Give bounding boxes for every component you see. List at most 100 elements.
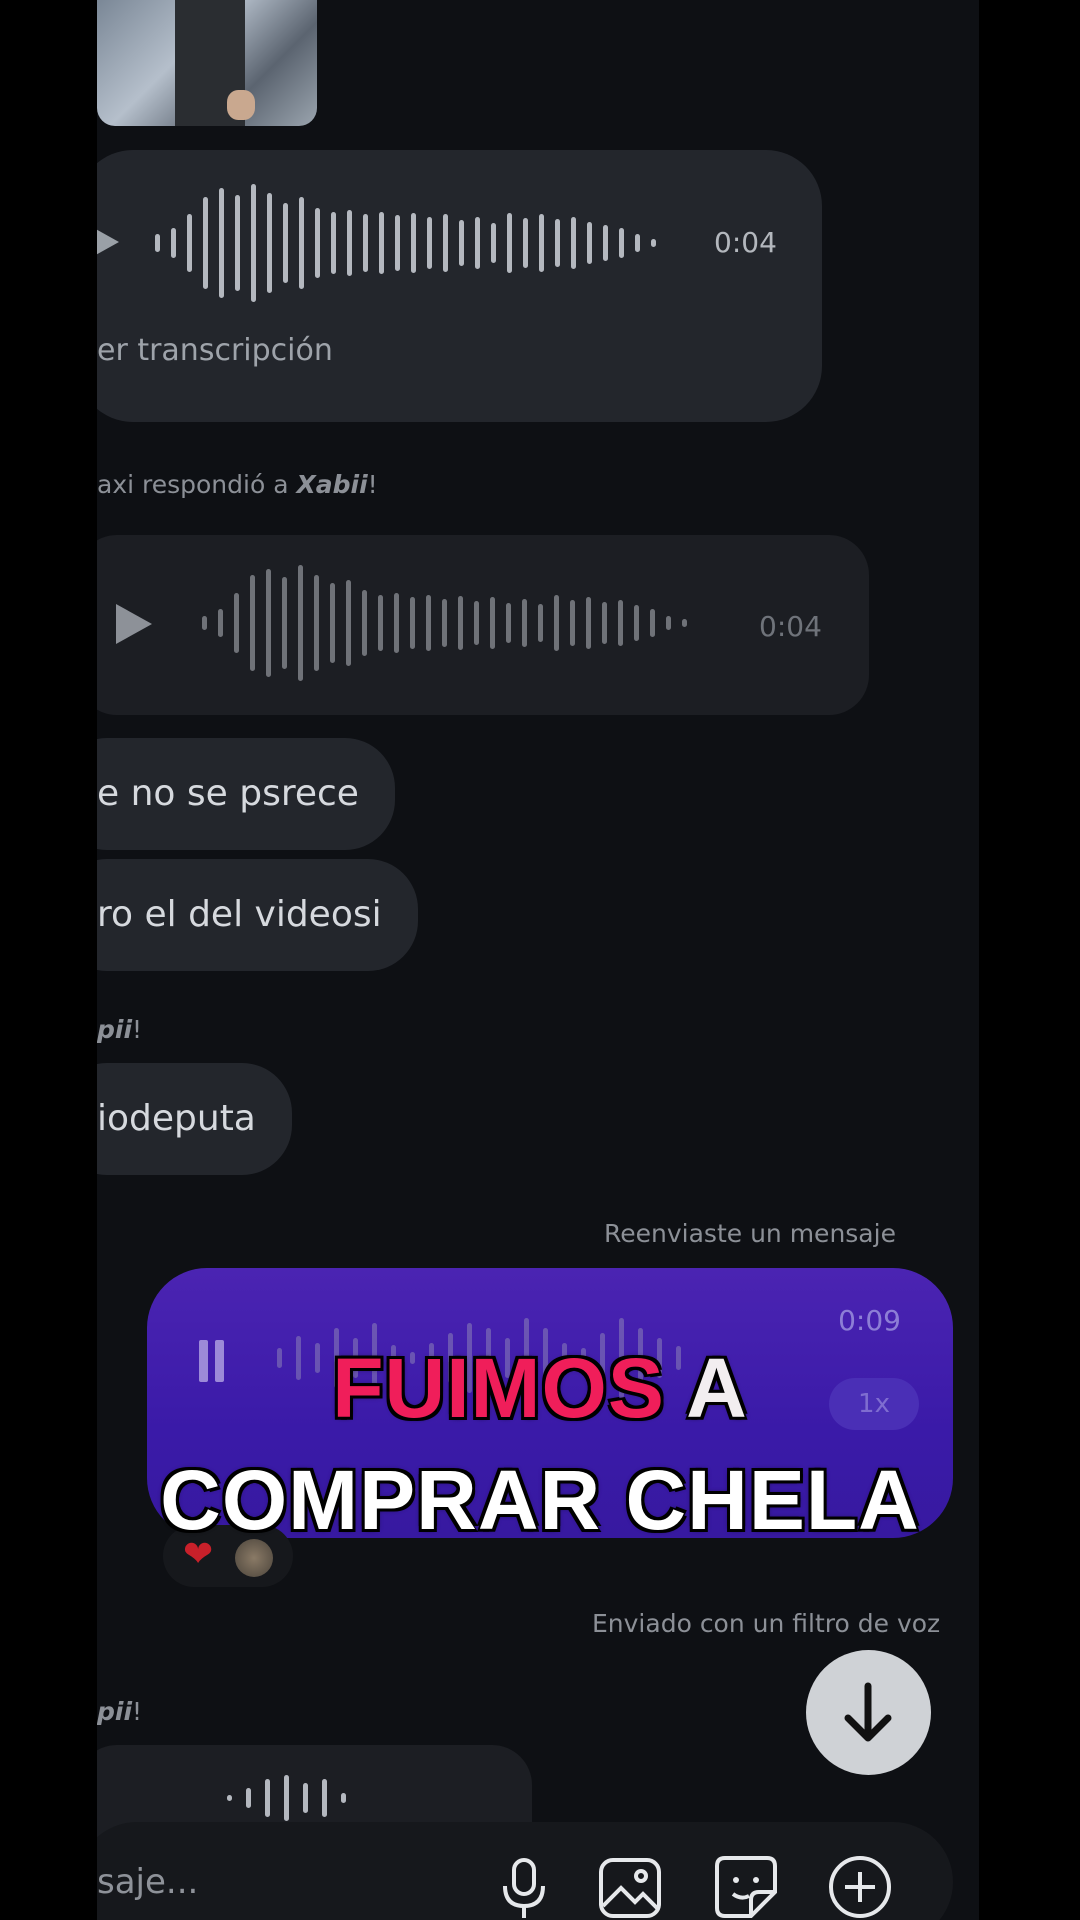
- waveform-bar: [538, 604, 543, 642]
- voice-waveform[interactable]: [227, 1768, 360, 1828]
- waveform-bar: [330, 583, 335, 663]
- waveform-bar: [171, 227, 176, 258]
- voice-duration: 0:04: [759, 610, 822, 643]
- caption-word: A: [686, 1341, 748, 1435]
- waveform-bar: [251, 183, 256, 302]
- text-message[interactable]: ro el del videosi: [97, 859, 418, 971]
- waveform-bar: [299, 196, 304, 289]
- arrow-down-icon: [844, 1682, 892, 1742]
- play-icon[interactable]: [116, 604, 152, 644]
- sender-name-suffix: !: [132, 1697, 143, 1726]
- waveform-bar: [315, 207, 320, 278]
- plus-icon[interactable]: [825, 1852, 895, 1920]
- waveform-bar: [603, 224, 608, 261]
- message-input[interactable]: saje...: [97, 1862, 198, 1902]
- waveform-bar: [443, 213, 448, 272]
- waveform-bar: [395, 214, 400, 271]
- waveform-bar: [539, 213, 544, 272]
- forwarded-notice: Reenviaste un mensaje: [604, 1219, 896, 1248]
- waveform-bar: [298, 565, 303, 681]
- waveform-bar: [234, 593, 239, 653]
- sticker-icon[interactable]: [711, 1852, 781, 1920]
- voice-waveform[interactable]: [202, 563, 698, 683]
- waveform-bar: [155, 233, 160, 252]
- waveform-bar: [363, 213, 368, 272]
- waveform-bar: [555, 218, 560, 267]
- waveform-bar: [379, 211, 384, 274]
- waveform-bar: [587, 221, 592, 264]
- caption-highlight-word: FUIMOS: [332, 1341, 665, 1435]
- waveform-bar: [250, 575, 255, 671]
- voice-duration: 0:09: [838, 1304, 901, 1337]
- waveform-bar: [378, 595, 383, 651]
- waveform-bar: [267, 192, 272, 293]
- waveform-bar: [218, 609, 223, 637]
- waveform-bar: [570, 600, 575, 646]
- waveform-bar: [459, 219, 464, 266]
- waveform-bar: [265, 1779, 270, 1817]
- sender-name-text: pii: [97, 1697, 133, 1726]
- waveform-bar: [187, 213, 192, 272]
- sender-name: pii!: [97, 1015, 142, 1044]
- waveform-bar: [362, 590, 367, 656]
- waveform-bar: [635, 233, 640, 252]
- microphone-icon[interactable]: [489, 1852, 559, 1920]
- voice-filter-notice: Enviado con un filtro de voz: [592, 1609, 941, 1638]
- waveform-bar: [331, 211, 336, 274]
- waveform-bar: [475, 216, 480, 269]
- waveform-bar: [506, 603, 511, 643]
- waveform-bar: [507, 212, 512, 273]
- waveform-bar: [411, 212, 416, 273]
- waveform-bar: [341, 1793, 346, 1803]
- play-icon[interactable]: [97, 222, 119, 262]
- waveform-bar: [650, 609, 655, 637]
- video-caption-line2: COMPRAR CHELA: [160, 1453, 920, 1547]
- waveform-bar: [283, 202, 288, 283]
- waveform-bar: [322, 1779, 327, 1817]
- scroll-to-bottom-button[interactable]: [806, 1650, 931, 1775]
- waveform-bar: [426, 595, 431, 651]
- sender-name: pii!: [97, 1697, 142, 1726]
- waveform-bar: [619, 227, 624, 258]
- waveform-bar: [474, 601, 479, 645]
- waveform-bar: [347, 209, 352, 276]
- waveform-bar: [458, 596, 463, 650]
- waveform-bar: [634, 605, 639, 641]
- waveform-bar: [410, 597, 415, 649]
- sender-name-text: pii: [97, 1015, 133, 1044]
- waveform-bar: [266, 569, 271, 677]
- waveform-bar: [522, 599, 527, 647]
- waveform-bar: [246, 1788, 251, 1808]
- waveform-bar: [682, 619, 687, 627]
- waveform-bar: [651, 238, 656, 247]
- waveform-bar: [666, 616, 671, 630]
- waveform-bar: [554, 595, 559, 651]
- waveform-bar: [284, 1775, 289, 1821]
- voice-duration: 0:04: [714, 226, 777, 259]
- waveform-bar: [227, 1795, 232, 1801]
- text-message[interactable]: iodeputa: [97, 1063, 292, 1175]
- chat-screen: 0:04 er transcripción axi respondió a Xa…: [97, 0, 979, 1920]
- waveform-bar: [203, 196, 208, 289]
- waveform-bar: [427, 216, 432, 269]
- waveform-bar: [523, 217, 528, 268]
- transcription-link[interactable]: er transcripción: [97, 333, 333, 368]
- waveform-bar: [491, 222, 496, 263]
- waveform-bar: [394, 593, 399, 653]
- waveform-bar: [282, 577, 287, 669]
- waveform-bar: [314, 575, 319, 671]
- reply-notice: axi respondió a Xabii!: [97, 470, 378, 499]
- sender-name-suffix: !: [132, 1015, 143, 1044]
- text-message[interactable]: e no se psrece: [97, 738, 395, 850]
- shared-photo[interactable]: [97, 0, 317, 126]
- waveform-bar: [346, 580, 351, 666]
- waveform-bar: [586, 597, 591, 649]
- waveform-bar: [571, 216, 576, 269]
- waveform-bar: [490, 597, 495, 649]
- waveform-bar: [235, 194, 240, 291]
- voice-waveform[interactable]: [155, 180, 667, 305]
- reply-notice-suffix: !: [367, 470, 378, 499]
- waveform-bar: [202, 616, 207, 630]
- image-icon[interactable]: [595, 1852, 665, 1920]
- waveform-bar: [303, 1783, 308, 1813]
